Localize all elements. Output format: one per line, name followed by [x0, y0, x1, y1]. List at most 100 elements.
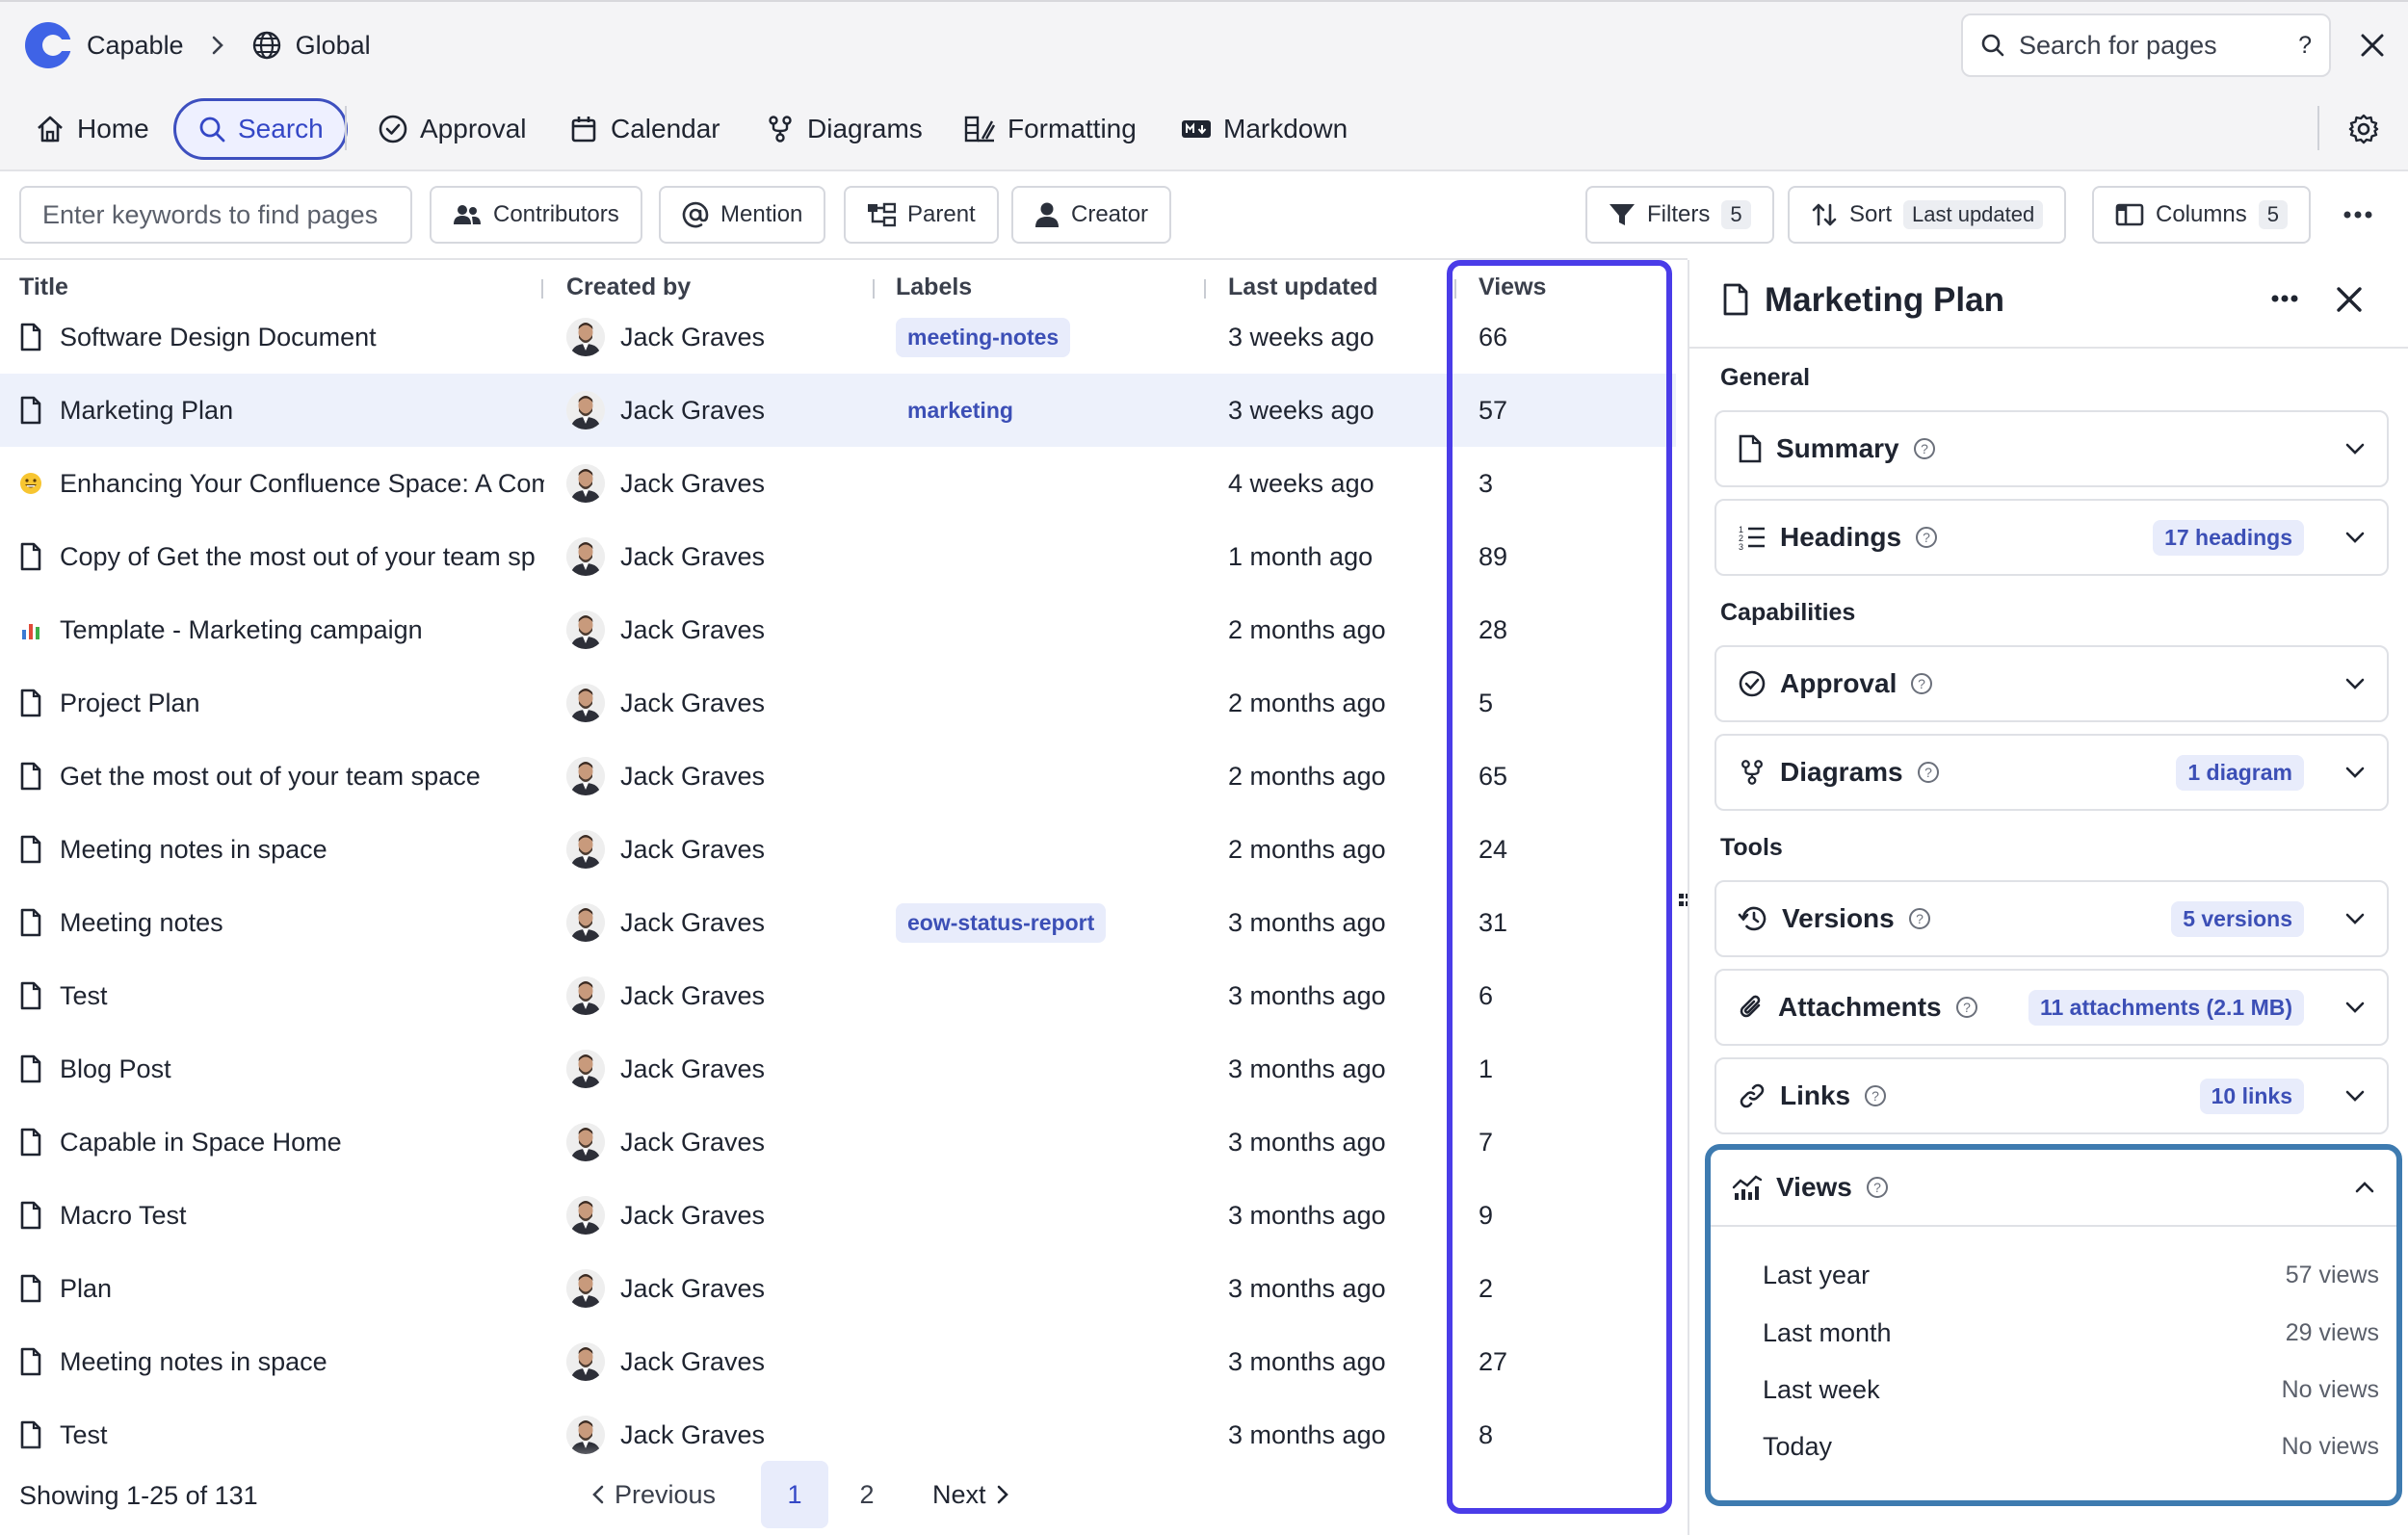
cell-title[interactable]: Plan: [19, 1252, 544, 1325]
sort-button[interactable]: Sort Last updated: [1788, 186, 2067, 244]
column-header-labels[interactable]: Labels: [896, 273, 972, 301]
cell-title[interactable]: Meeting notes in space: [19, 813, 544, 886]
table-row[interactable]: Meeting notes in space Jack Graves 2 month…: [0, 813, 1676, 886]
parent-filter-button[interactable]: Parent: [844, 186, 999, 244]
breadcrumb-space[interactable]: Global: [296, 31, 371, 61]
cell-title[interactable]: Project Plan: [19, 666, 544, 740]
page-title[interactable]: Meeting notes in space: [60, 835, 327, 865]
approval-accordion[interactable]: Approval ?: [1714, 645, 2389, 722]
table-row[interactable]: Project Plan Jack Graves 2 months ago 5: [0, 666, 1676, 740]
help-icon[interactable]: ?: [1910, 672, 1933, 695]
search-pages-input[interactable]: Search for pages ?: [1961, 13, 2331, 77]
page-2-button[interactable]: 2: [846, 1461, 888, 1528]
table-row[interactable]: Capable in Space Home Jack Graves 3 months…: [0, 1106, 1676, 1179]
help-icon[interactable]: ?: [1866, 1176, 1889, 1199]
next-page-button[interactable]: Next: [932, 1461, 1009, 1528]
summary-accordion[interactable]: Summary ?: [1714, 410, 2389, 487]
table-row[interactable]: Marketing Plan Jack Graves marketing 3 week…: [0, 374, 1676, 447]
cell-title[interactable]: Macro Test: [19, 1179, 544, 1252]
column-resize-handle[interactable]: [541, 279, 543, 299]
help-icon[interactable]: ?: [1913, 437, 1936, 460]
more-options-icon[interactable]: [2331, 193, 2385, 237]
cell-title[interactable]: Get the most out of your team space: [19, 740, 544, 813]
nav-formatting[interactable]: Formatting: [952, 98, 1148, 160]
help-icon[interactable]: ?: [1915, 526, 1938, 549]
page-title[interactable]: Enhancing Your Confluence Space: A Com: [60, 469, 544, 499]
table-row[interactable]: Software Design Document Jack Graves meeti…: [0, 300, 1676, 374]
page-title[interactable]: Get the most out of your team space: [60, 762, 481, 792]
cell-title[interactable]: Meeting notes in space: [19, 1325, 544, 1398]
diagrams-accordion[interactable]: Diagrams ? 1 diagram: [1714, 734, 2389, 811]
help-icon[interactable]: ?: [1908, 907, 1931, 930]
breadcrumb-app[interactable]: Capable: [87, 31, 184, 61]
table-row[interactable]: Blog Post Jack Graves 3 months ago 1: [0, 1032, 1676, 1106]
creator-filter-button[interactable]: Creator: [1011, 186, 1172, 244]
cell-title[interactable]: Template - Marketing campaign: [19, 593, 544, 666]
settings-gear-icon[interactable]: [2343, 108, 2385, 150]
headings-accordion[interactable]: 123 Headings ? 17 headings: [1714, 499, 2389, 576]
filters-button[interactable]: Filters 5: [1585, 186, 1774, 244]
keywords-search-input[interactable]: Enter keywords to find pages: [19, 186, 412, 244]
mention-filter-button[interactable]: Mention: [659, 186, 826, 244]
column-header-title[interactable]: Title: [19, 273, 68, 301]
column-resize-handle[interactable]: [873, 279, 875, 299]
nav-home[interactable]: Home: [23, 98, 161, 160]
table-row[interactable]: Copy of Get the most out of your team sp…: [0, 520, 1676, 593]
page-title[interactable]: Test: [60, 981, 108, 1011]
page-title[interactable]: Template - Marketing campaign: [60, 615, 423, 645]
page-title[interactable]: Meeting notes: [60, 908, 223, 938]
page-title[interactable]: Blog Post: [60, 1054, 171, 1084]
columns-button[interactable]: Columns 5: [2092, 186, 2311, 244]
views-accordion-header[interactable]: Views ?: [1711, 1150, 2396, 1227]
column-resize-handle[interactable]: [1204, 279, 1206, 299]
close-icon[interactable]: [2348, 21, 2396, 69]
page-title[interactable]: Marketing Plan: [60, 396, 233, 426]
label-chip[interactable]: eow-status-report: [896, 902, 1107, 943]
previous-page-button[interactable]: Previous: [591, 1461, 716, 1528]
more-options-icon[interactable]: [2271, 295, 2298, 302]
contributors-filter-button[interactable]: Contributors: [430, 186, 642, 244]
cell-title[interactable]: Meeting notes: [19, 886, 544, 959]
cell-title[interactable]: Marketing Plan: [19, 374, 544, 447]
nav-diagrams[interactable]: Diagrams: [753, 98, 934, 160]
nav-search[interactable]: Search: [173, 98, 348, 160]
page-title[interactable]: Project Plan: [60, 689, 200, 718]
page-title[interactable]: Plan: [60, 1274, 112, 1304]
help-icon[interactable]: ?: [1955, 996, 1978, 1019]
table-row[interactable]: Plan Jack Graves 3 months ago 2: [0, 1252, 1676, 1325]
nav-approval[interactable]: Approval: [366, 98, 538, 160]
table-row[interactable]: Template - Marketing campaign Jack Graves…: [0, 593, 1676, 666]
nav-calendar[interactable]: Calendar: [557, 98, 732, 160]
table-row[interactable]: Enhancing Your Confluence Space: A Com Ja…: [0, 447, 1676, 520]
help-icon[interactable]: ?: [1864, 1084, 1887, 1107]
versions-accordion[interactable]: Versions ? 5 versions: [1714, 880, 2389, 957]
page-title[interactable]: Macro Test: [60, 1201, 187, 1231]
page-title[interactable]: Capable in Space Home: [60, 1128, 342, 1158]
nav-markdown[interactable]: Markdown: [1169, 98, 1359, 160]
cell-title[interactable]: Copy of Get the most out of your team sp: [19, 520, 544, 593]
table-row[interactable]: Macro Test Jack Graves 3 months ago 9: [0, 1179, 1676, 1252]
attachments-accordion[interactable]: Attachments ? 11 attachments (2.1 MB): [1714, 969, 2389, 1046]
table-row[interactable]: Meeting notes Jack Graves eow-status-repor…: [0, 886, 1676, 959]
page-title[interactable]: Software Design Document: [60, 323, 377, 352]
cell-title[interactable]: Enhancing Your Confluence Space: A Com: [19, 447, 544, 520]
cell-title[interactable]: Blog Post: [19, 1032, 544, 1106]
table-row[interactable]: Get the most out of your team space Jack …: [0, 740, 1676, 813]
page-1-button[interactable]: 1: [761, 1461, 828, 1528]
page-title[interactable]: Meeting notes in space: [60, 1347, 327, 1377]
cell-title[interactable]: Capable in Space Home: [19, 1106, 544, 1179]
links-accordion[interactable]: Links ? 10 links: [1714, 1057, 2389, 1134]
table-row[interactable]: Meeting notes in space Jack Graves 3 month…: [0, 1325, 1676, 1398]
table-row[interactable]: Test Jack Graves 3 months ago 6: [0, 959, 1676, 1032]
label-chip[interactable]: meeting-notes: [896, 317, 1071, 357]
help-shortcut[interactable]: ?: [2298, 32, 2312, 60]
cell-title[interactable]: Test: [19, 959, 544, 1032]
column-header-last-updated[interactable]: Last updated: [1228, 273, 1378, 301]
page-title[interactable]: Copy of Get the most out of your team sp: [60, 542, 536, 572]
label-chip[interactable]: marketing: [896, 391, 1025, 430]
capable-logo-icon[interactable]: [23, 20, 73, 70]
column-header-created-by[interactable]: Created by: [566, 273, 691, 301]
help-icon[interactable]: ?: [1917, 761, 1940, 784]
cell-title[interactable]: Software Design Document: [19, 300, 544, 374]
close-panel-icon[interactable]: [2335, 285, 2364, 314]
